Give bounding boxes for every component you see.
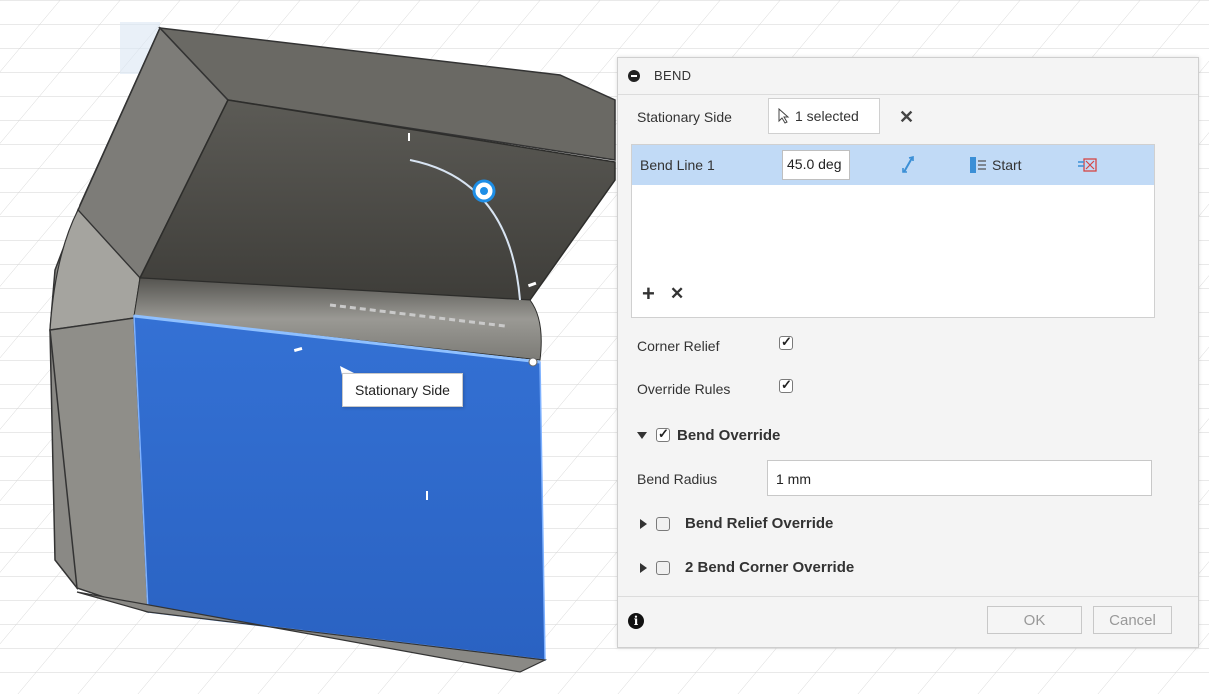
corner-relief-checkbox[interactable]: [779, 334, 793, 350]
bend-override-checkbox[interactable]: [656, 426, 670, 442]
bend-position-icon[interactable]: [968, 155, 988, 175]
expand-bend-corner-icon[interactable]: [640, 563, 647, 573]
tick-mark: [426, 491, 428, 500]
bend-dialog: BEND Stationary Side 1 selected ✕ Bend L…: [617, 57, 1199, 648]
stationary-side-tooltip: Stationary Side: [342, 373, 463, 407]
dialog-title: BEND: [654, 68, 692, 83]
stationary-side-select-button[interactable]: 1 selected: [768, 98, 880, 134]
tick-mark: [408, 133, 410, 141]
bend-radius-label: Bend Radius: [637, 471, 718, 487]
divider: [618, 596, 1198, 597]
bend-edit-icon[interactable]: [1077, 156, 1097, 174]
corner-relief-label: Corner Relief: [637, 338, 720, 354]
flip-direction-icon[interactable]: [900, 156, 916, 174]
info-icon[interactable]: i: [628, 613, 644, 629]
cursor-arrow-icon: [778, 108, 790, 124]
override-rules-checkbox[interactable]: [779, 377, 793, 393]
collapse-dialog-icon[interactable]: [628, 70, 640, 82]
remove-bend-line-icon[interactable]: ✕: [670, 284, 684, 304]
bend-radius-input[interactable]: 1 mm: [767, 460, 1152, 496]
bend-relief-override-label: Bend Relief Override: [685, 515, 834, 532]
add-bend-line-icon[interactable]: +: [642, 281, 655, 307]
bend-corner-override-checkbox[interactable]: [656, 561, 670, 575]
divider: [618, 94, 1198, 95]
ok-button[interactable]: OK: [987, 606, 1082, 634]
stationary-face[interactable]: [133, 315, 546, 661]
table-row[interactable]: Bend Line 1 45.0 deg Start: [632, 145, 1154, 185]
override-rules-label: Override Rules: [637, 381, 731, 397]
expand-bend-override-icon[interactable]: [637, 432, 647, 439]
angle-manipulator-dot: [480, 187, 488, 195]
expand-bend-relief-icon[interactable]: [640, 519, 647, 529]
cancel-button[interactable]: Cancel: [1093, 606, 1172, 634]
bend-override-label: Bend Override: [677, 427, 781, 444]
clear-selection-icon[interactable]: ✕: [899, 107, 914, 128]
bend-corner-override-label: 2 Bend Corner Override: [685, 559, 855, 576]
bend-angle-input[interactable]: 45.0 deg: [782, 150, 850, 180]
selection-count: 1 selected: [795, 108, 859, 124]
bend-relief-override-checkbox[interactable]: [656, 517, 670, 531]
bend-line-name: Bend Line 1: [640, 157, 715, 173]
bend-position-label[interactable]: Start: [992, 157, 1022, 173]
edge-endpoint: [528, 357, 538, 367]
bend-lines-table: Bend Line 1 45.0 deg Start + ✕: [631, 144, 1155, 318]
stationary-side-label: Stationary Side: [637, 109, 732, 125]
